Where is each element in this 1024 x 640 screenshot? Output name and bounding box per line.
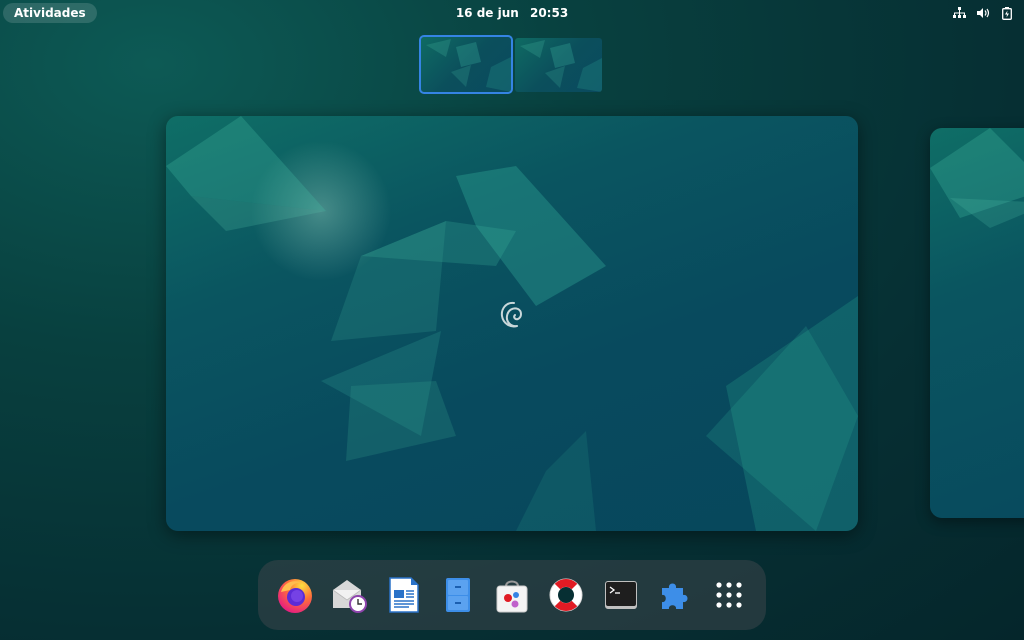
extensions-puzzle-icon[interactable] bbox=[656, 576, 694, 614]
app-grid-icon[interactable] bbox=[710, 576, 748, 614]
file-cabinet-icon[interactable] bbox=[439, 576, 477, 614]
firefox-icon[interactable] bbox=[276, 576, 314, 614]
system-tray[interactable] bbox=[952, 6, 1018, 20]
battery-icon[interactable] bbox=[1000, 6, 1014, 20]
volume-icon[interactable] bbox=[976, 6, 990, 20]
software-store-icon[interactable] bbox=[493, 576, 531, 614]
clock-date-time[interactable]: 16 de jun 20:53 bbox=[456, 6, 568, 20]
debian-swirl-icon bbox=[500, 301, 522, 328]
active-workspace[interactable] bbox=[166, 116, 858, 531]
workspace-thumbnail-1[interactable] bbox=[419, 35, 513, 94]
evolution-mail-icon[interactable] bbox=[330, 576, 368, 614]
libreoffice-writer-icon[interactable] bbox=[385, 576, 423, 614]
workspace-thumbnails bbox=[419, 35, 602, 94]
terminal-icon[interactable] bbox=[602, 576, 640, 614]
network-icon[interactable] bbox=[952, 6, 966, 20]
activities-button[interactable]: Atividades bbox=[3, 3, 97, 23]
next-workspace-preview[interactable] bbox=[930, 128, 1024, 518]
workspace-thumbnail-2[interactable] bbox=[515, 38, 602, 92]
clock-time: 20:53 bbox=[529, 6, 569, 20]
top-bar: Atividades 16 de jun 20:53 bbox=[0, 0, 1024, 26]
clock-date: 16 de jun bbox=[455, 6, 519, 20]
help-lifebuoy-icon[interactable] bbox=[547, 576, 585, 614]
dash-dock bbox=[258, 560, 766, 630]
